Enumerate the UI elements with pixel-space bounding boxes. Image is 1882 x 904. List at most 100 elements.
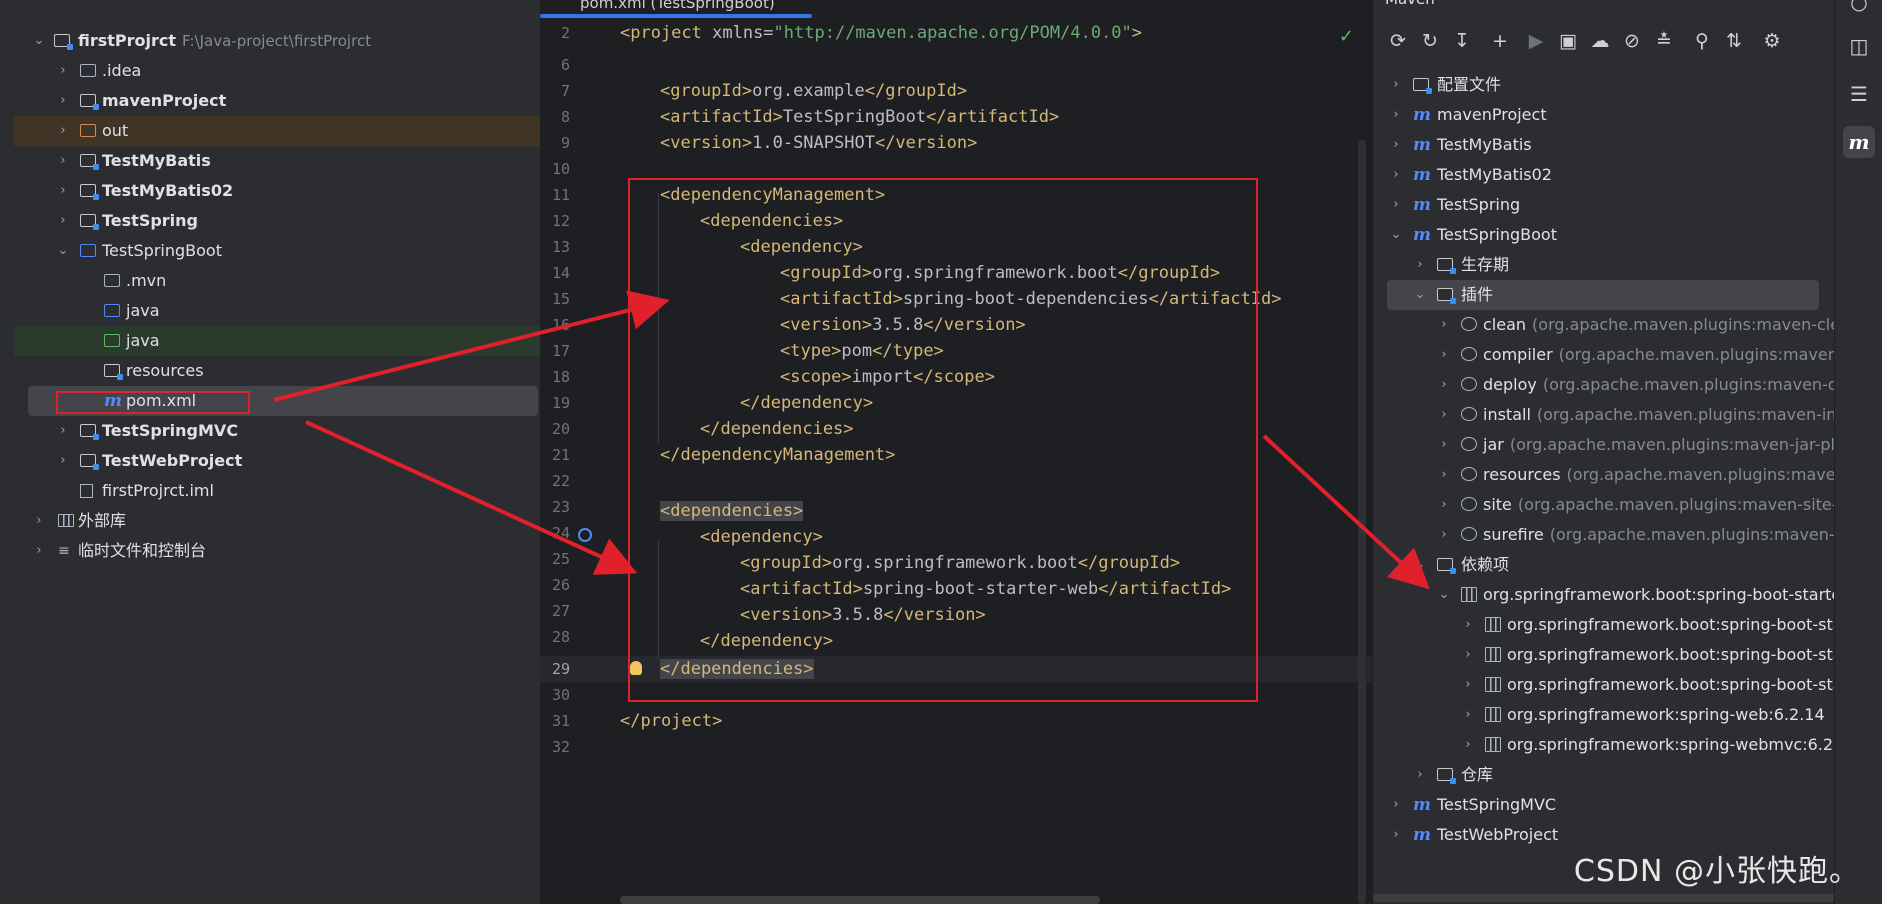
chevron-right-icon[interactable]: ›	[56, 206, 70, 236]
tree-row-scratches[interactable]: › ≡ 临时文件和控制台	[14, 536, 540, 566]
tree-row-testmybatis02[interactable]: › TestMyBatis02	[14, 176, 540, 206]
tree-row-mavenproject[interactable]: › mavenProject	[14, 86, 540, 116]
maven-row-plugin-compiler[interactable]: › compiler (org.apache.maven.plugins:mave…	[1373, 340, 1835, 370]
notifications-icon[interactable]: ○	[1843, 0, 1875, 18]
chevron-right-icon[interactable]: ›	[1437, 430, 1451, 460]
maven-row-dependency[interactable]: › org.springframework.boot:spring-boot-s…	[1373, 640, 1835, 670]
tree-row-iml[interactable]: firstProjrct.iml	[14, 476, 540, 506]
chevron-right-icon[interactable]: ›	[1413, 250, 1427, 280]
maven-tool-icon[interactable]: m	[1843, 126, 1875, 158]
chevron-down-icon[interactable]: ⌄	[1413, 280, 1427, 310]
maven-row-dependency[interactable]: › org.springframework:spring-web:6.2.14	[1373, 700, 1835, 730]
chevron-down-icon[interactable]: ⌄	[1413, 550, 1427, 580]
maven-row-testspringboot[interactable]: ⌄ m TestSpringBoot	[1373, 220, 1835, 250]
chevron-right-icon[interactable]: ›	[1437, 460, 1451, 490]
maven-row-plugin-resources[interactable]: › resources (org.apache.maven.plugins:mav…	[1373, 460, 1835, 490]
maven-row-plugin-jar[interactable]: › jar (org.apache.maven.plugins:maven-jar…	[1373, 430, 1835, 460]
tree-row-testwebproject[interactable]: › TestWebProject	[14, 446, 540, 476]
expand-all-icon[interactable]: ⇅	[1723, 30, 1745, 52]
maven-row-dependency[interactable]: › org.springframework:spring-webmvc:6.2.…	[1373, 730, 1835, 760]
maven-row-dependency[interactable]: › org.springframework.boot:spring-boot-s…	[1373, 670, 1835, 700]
settings-gear-icon[interactable]: ⚙	[1761, 30, 1783, 52]
chevron-right-icon[interactable]: ›	[1437, 310, 1451, 340]
chevron-right-icon[interactable]: ›	[56, 446, 70, 476]
chevron-down-icon[interactable]: ⌄	[56, 236, 70, 266]
run-icon[interactable]: ▶	[1525, 30, 1547, 52]
tree-row-external-libraries[interactable]: › 外部库	[14, 506, 540, 536]
ai-assistant-icon[interactable]: ◫	[1843, 30, 1875, 62]
maven-row-repositories[interactable]: › 仓库	[1373, 760, 1835, 790]
chevron-right-icon[interactable]: ›	[1461, 640, 1475, 670]
maven-row-dependency[interactable]: › org.springframework.boot:spring-boot-s…	[1373, 610, 1835, 640]
tree-row-idea[interactable]: › .idea	[14, 56, 540, 86]
chevron-right-icon[interactable]: ›	[56, 176, 70, 206]
chevron-right-icon[interactable]: ›	[1389, 820, 1403, 850]
maven-row-plugin-surefire[interactable]: › surefire (org.apache.maven.plugins:mave…	[1373, 520, 1835, 550]
maven-row-plugin-site[interactable]: › site (org.apache.maven.plugins:maven-si…	[1373, 490, 1835, 520]
chevron-right-icon[interactable]: ›	[1389, 130, 1403, 160]
tree-row-out[interactable]: › out	[14, 116, 540, 146]
chevron-right-icon[interactable]: ›	[1461, 730, 1475, 760]
chevron-right-icon[interactable]: ›	[1413, 760, 1427, 790]
chevron-right-icon[interactable]: ›	[1461, 670, 1475, 700]
skip-tests-icon[interactable]: ⊘	[1621, 30, 1643, 52]
tree-row-testmybatis[interactable]: › TestMyBatis	[14, 146, 540, 176]
chevron-right-icon[interactable]: ›	[56, 146, 70, 176]
maven-row-plugin-install[interactable]: › install (org.apache.maven.plugins:maven…	[1373, 400, 1835, 430]
maven-row-dependencies[interactable]: ⌄ 依赖项	[1373, 550, 1835, 580]
chevron-right-icon[interactable]: ›	[1389, 100, 1403, 130]
maven-row-testspringmvc[interactable]: › m TestSpringMVC	[1373, 790, 1835, 820]
chevron-right-icon[interactable]: ›	[1437, 370, 1451, 400]
chevron-right-icon[interactable]: ›	[1389, 790, 1403, 820]
maven-row-testmybatis[interactable]: › m TestMyBatis	[1373, 130, 1835, 160]
maven-row-mavenproject[interactable]: › m mavenProject	[1373, 100, 1835, 130]
tree-row-mvn[interactable]: .mvn	[14, 266, 540, 296]
chevron-right-icon[interactable]: ›	[1437, 520, 1451, 550]
maven-row-plugin-deploy[interactable]: › deploy (org.apache.maven.plugins:maven-…	[1373, 370, 1835, 400]
collapse-icon[interactable]: ≛	[1653, 30, 1675, 52]
chevron-right-icon[interactable]: ›	[1461, 610, 1475, 640]
chevron-right-icon[interactable]: ›	[56, 56, 70, 86]
chevron-right-icon[interactable]: ›	[1461, 700, 1475, 730]
tree-row-testspringmvc[interactable]: › TestSpringMVC	[14, 416, 540, 446]
target-icon[interactable]	[578, 528, 592, 542]
chevron-right-icon[interactable]: ›	[1389, 70, 1403, 100]
vertical-scrollbar[interactable]	[1358, 140, 1366, 904]
database-icon[interactable]: ☰	[1843, 78, 1875, 110]
chevron-down-icon[interactable]: ⌄	[32, 26, 46, 56]
chevron-right-icon[interactable]: ›	[32, 506, 46, 536]
download-icon[interactable]: ↧	[1451, 30, 1473, 52]
chevron-right-icon[interactable]: ›	[1389, 190, 1403, 220]
add-icon[interactable]: +	[1489, 30, 1511, 52]
chevron-right-icon[interactable]: ›	[1437, 490, 1451, 520]
tree-row-firstprojrct[interactable]: ⌄ firstProjrct F:\Java-project\firstProjr…	[14, 26, 540, 56]
chevron-right-icon[interactable]: ›	[1437, 400, 1451, 430]
chevron-down-icon[interactable]: ⌄	[1437, 580, 1451, 610]
maven-row-dependency[interactable]: ⌄ org.springframework.boot:spring-boot-s…	[1373, 580, 1835, 610]
maven-row-profiles[interactable]: › 配置文件	[1373, 70, 1835, 100]
chevron-right-icon[interactable]: ›	[1437, 340, 1451, 370]
horizontal-scrollbar[interactable]	[620, 896, 1100, 904]
tree-row-testspring[interactable]: › TestSpring	[14, 206, 540, 236]
maven-row-testspring[interactable]: › m TestSpring	[1373, 190, 1835, 220]
tree-row-java-test[interactable]: java	[14, 326, 540, 356]
maven-row-plugin-clean[interactable]: › clean (org.apache.maven.plugins:maven-c…	[1373, 310, 1835, 340]
tree-row-java-source[interactable]: java	[14, 296, 540, 326]
run-config-icon[interactable]: ▣	[1557, 30, 1579, 52]
chevron-right-icon[interactable]: ›	[32, 536, 46, 566]
chevron-right-icon[interactable]: ›	[56, 86, 70, 116]
reload-project-icon[interactable]: ↻	[1419, 30, 1441, 52]
tree-row-resources[interactable]: resources	[14, 356, 540, 386]
chevron-right-icon[interactable]: ›	[56, 416, 70, 446]
chevron-down-icon[interactable]: ⌄	[1389, 220, 1403, 250]
chevron-right-icon[interactable]: ›	[56, 116, 70, 146]
tree-row-testspringboot[interactable]: ⌄ TestSpringBoot	[14, 236, 540, 266]
maven-row-plugins[interactable]: ⌄ 插件	[1373, 280, 1835, 310]
offline-icon[interactable]: ☁	[1589, 30, 1611, 52]
reload-icon[interactable]: ⟳	[1387, 30, 1409, 52]
chevron-right-icon[interactable]: ›	[1389, 160, 1403, 190]
maven-row-testmybatis02[interactable]: › m TestMyBatis02	[1373, 160, 1835, 190]
horizontal-scrollbar[interactable]	[1373, 894, 1835, 902]
analyze-icon[interactable]: ⚲	[1691, 30, 1713, 52]
maven-row-lifecycle[interactable]: › 生存期	[1373, 250, 1835, 280]
